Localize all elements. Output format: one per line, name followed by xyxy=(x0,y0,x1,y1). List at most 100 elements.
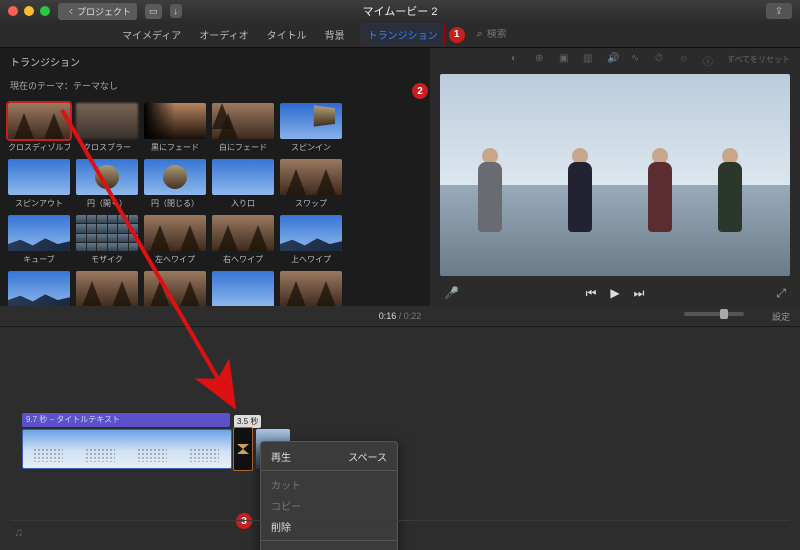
timeline-zoom-slider[interactable] xyxy=(684,312,744,316)
transition-more-4[interactable] xyxy=(212,271,274,306)
import-button[interactable]: ↓ xyxy=(170,4,183,18)
ctx-play-label: 再生 xyxy=(271,449,291,464)
back-to-projects-button[interactable]: 〈プロジェクト xyxy=(58,3,137,20)
transition-thumb xyxy=(144,215,206,251)
transition-label: クロスディゾルブ xyxy=(8,142,70,153)
transition-cube[interactable]: キューブ xyxy=(8,215,70,265)
reset-all-button[interactable]: すべてをリセット xyxy=(727,54,790,65)
ctx-copy: コピー xyxy=(261,495,397,516)
ctx-cut: カット xyxy=(261,474,397,495)
transition-cross-blur[interactable]: クロスブラー xyxy=(76,103,138,153)
audio-track-row[interactable]: ♫ xyxy=(10,520,790,542)
share-button[interactable]: ⇪ xyxy=(766,3,792,19)
stabilize-icon[interactable]: ▥ xyxy=(583,53,595,65)
transition-thumb xyxy=(144,159,206,195)
close-window-icon[interactable] xyxy=(8,6,18,16)
title-clip[interactable]: 9.7 秒 – タイトルテキスト xyxy=(22,413,230,427)
transition-thumb xyxy=(144,271,206,306)
timeline-track-area[interactable]: 9.7 秒 – タイトルテキスト 3.5 秒 再生スペース カット コピー 削除… xyxy=(0,326,800,550)
ctx-adjust: 調整 xyxy=(261,544,397,550)
transition-fade-white[interactable]: 白にフェード xyxy=(212,103,274,153)
tab-transitions[interactable]: トランジション xyxy=(361,23,445,46)
transition-thumb xyxy=(76,271,138,306)
transition-grid: クロスディゾルブ クロスブラー 黒にフェード 白にフェード スピンイン スピンア… xyxy=(0,99,430,306)
transition-library: トランジション 現在のテーマ：テーマなし 2 クロスディゾルブ クロスブラー 黒… xyxy=(0,48,430,306)
preview-toolbar: ◐ ⊕ ▣ ▥ 🔊 ∿ ⏱ ☼ ⓘ すべてをリセット xyxy=(430,48,800,70)
ctx-play-shortcut: スペース xyxy=(348,449,387,464)
tab-backgrounds[interactable]: 背景 xyxy=(323,23,347,46)
timeline-header: 0:16 / 0:22 設定 xyxy=(0,306,800,326)
video-clip[interactable] xyxy=(22,429,232,469)
transition-circle-close[interactable]: 円（閉じる） xyxy=(144,159,206,209)
preview-content xyxy=(640,142,680,232)
preview-viewport[interactable] xyxy=(440,74,790,276)
clip-thumbnail xyxy=(75,430,127,468)
transition-thumb xyxy=(280,103,342,139)
play-button[interactable]: ▶ xyxy=(610,286,619,300)
clip-thumbnail xyxy=(23,430,75,468)
clip-thumbnail xyxy=(179,430,231,468)
transition-spin-out[interactable]: スピンアウト xyxy=(8,159,70,209)
back-to-projects-label: プロジェクト xyxy=(77,5,131,18)
transition-swap[interactable]: スワップ xyxy=(280,159,342,209)
next-frame-button[interactable]: ⏭ xyxy=(634,286,645,301)
transition-label: キューブ xyxy=(8,254,70,265)
transition-more-1[interactable] xyxy=(8,271,70,306)
fullscreen-icon[interactable]: ⤢ xyxy=(776,286,786,301)
transition-in-timeline[interactable] xyxy=(233,427,253,471)
filter-icon[interactable]: ☼ xyxy=(679,53,691,65)
library-view-button[interactable]: ▭ xyxy=(145,4,162,19)
annotation-step-2: 2 xyxy=(412,83,428,99)
transition-more-2[interactable] xyxy=(76,271,138,306)
chevron-left-icon: 〈 xyxy=(64,7,73,15)
minimize-window-icon[interactable] xyxy=(24,6,34,16)
transition-fade-black[interactable]: 黒にフェード xyxy=(144,103,206,153)
transition-wipe-right[interactable]: 右へワイプ xyxy=(212,215,274,265)
timeline-settings-button[interactable]: 設定 xyxy=(772,310,790,323)
transition-doorway[interactable]: 入り口 xyxy=(212,159,274,209)
transition-wipe-left[interactable]: 左へワイプ xyxy=(144,215,206,265)
timeline-panel: 0:16 / 0:22 設定 9.7 秒 – タイトルテキスト 3.5 秒 再生… xyxy=(0,306,800,550)
transition-thumb xyxy=(212,159,274,195)
transition-thumb xyxy=(76,159,138,195)
transition-mosaic[interactable]: モザイク xyxy=(76,215,138,265)
transition-label: 左へワイプ xyxy=(144,254,206,265)
search-field[interactable]: ⌕ xyxy=(477,28,547,41)
transition-label: スピンアウト xyxy=(8,198,70,209)
search-icon: ⌕ xyxy=(477,28,483,41)
transition-cross-dissolve[interactable]: クロスディゾルブ xyxy=(8,103,70,153)
transition-thumb xyxy=(280,159,342,195)
tab-my-media[interactable]: マイメディア xyxy=(120,23,183,46)
record-voiceover-icon[interactable]: 🎤 xyxy=(444,286,459,300)
transition-label: クロスブラー xyxy=(76,142,138,153)
tab-titles[interactable]: タイトル xyxy=(265,23,309,46)
playhead-time: 0:16 xyxy=(379,311,397,321)
transition-more-3[interactable] xyxy=(144,271,206,306)
prev-frame-button[interactable]: ⏮ xyxy=(586,286,597,301)
color-balance-icon[interactable]: ◐ xyxy=(511,53,523,65)
transition-thumb xyxy=(8,159,70,195)
transition-wipe-up[interactable]: 上へワイプ xyxy=(280,215,342,265)
noise-icon[interactable]: ∿ xyxy=(631,53,643,65)
transition-circle-open[interactable]: 円（開く） xyxy=(76,159,138,209)
volume-icon[interactable]: 🔊 xyxy=(607,53,619,65)
color-correction-icon[interactable]: ⊕ xyxy=(535,53,547,65)
transition-thumb xyxy=(144,103,206,139)
search-input[interactable] xyxy=(487,29,547,40)
transition-label: 円（閉じる） xyxy=(144,198,206,209)
crop-icon[interactable]: ▣ xyxy=(559,53,571,65)
fullscreen-window-icon[interactable] xyxy=(40,6,50,16)
transition-spin-in[interactable]: スピンイン xyxy=(280,103,342,153)
transition-more-5[interactable] xyxy=(280,271,342,306)
transition-label: スワップ xyxy=(280,198,342,209)
speed-icon[interactable]: ⏱ xyxy=(655,53,667,65)
info-icon[interactable]: ⓘ xyxy=(703,53,715,65)
transition-thumb xyxy=(212,103,274,139)
transition-label: 入り口 xyxy=(212,198,274,209)
transition-label: 黒にフェード xyxy=(144,142,206,153)
ctx-play[interactable]: 再生 スペース xyxy=(261,446,397,467)
window-titlebar: 〈プロジェクト ▭ ↓ マイムービー 2 ⇪ xyxy=(0,0,800,22)
tab-audio[interactable]: オーディオ xyxy=(197,23,250,46)
transition-thumb xyxy=(212,215,274,251)
ctx-cut-label: カット xyxy=(271,477,301,492)
